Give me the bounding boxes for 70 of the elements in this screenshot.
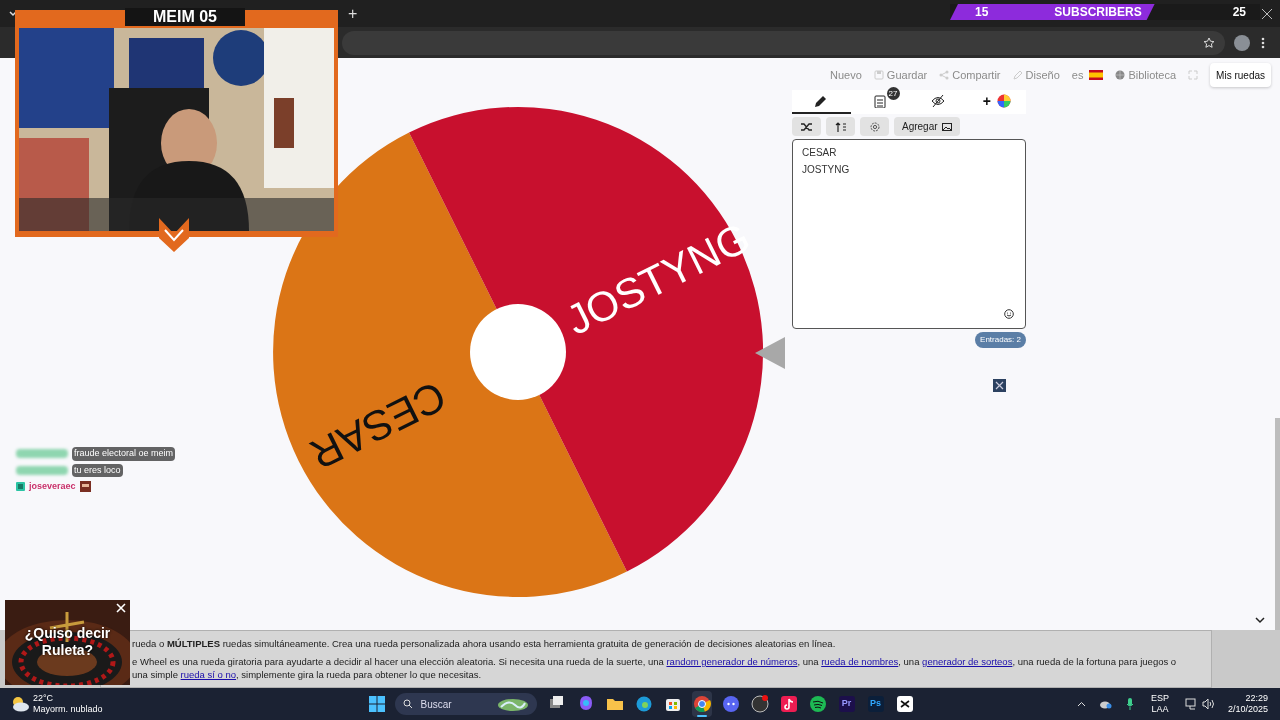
subscriber-count: 15 (975, 4, 989, 21)
add-image-button[interactable]: Agregar (894, 117, 960, 136)
subscriber-goal: 25 (1232, 4, 1246, 21)
taskbar-app[interactable] (691, 691, 712, 717)
bookmark-star-icon[interactable] (1203, 36, 1215, 49)
editor-tab[interactable]: + (967, 90, 1026, 114)
microphone-icon[interactable] (1125, 698, 1134, 710)
network-icon[interactable] (1184, 698, 1198, 710)
image-icon (941, 122, 952, 131)
volume-icon[interactable] (1201, 698, 1214, 710)
sort-icon (834, 121, 847, 132)
language-text[interactable]: ESP (1150, 693, 1169, 704)
globe-icon (1115, 70, 1126, 80)
pointer-icon (755, 337, 785, 369)
clipboard-icon (872, 94, 887, 108)
gamepad-face-icon (721, 695, 740, 713)
start-icon[interactable] (368, 696, 385, 712)
spotify-icon (808, 695, 827, 713)
pencil-icon (1012, 70, 1023, 80)
scrollbar-thumb[interactable] (1275, 418, 1280, 630)
color-wheel-icon (996, 94, 1011, 108)
spain-flag-icon (1089, 70, 1104, 80)
share-icon (939, 70, 950, 80)
tab-search-icon[interactable] (8, 8, 18, 19)
settings-button[interactable] (860, 117, 889, 136)
wheel-hub[interactable] (470, 304, 566, 400)
shuffle-icon (800, 121, 813, 132)
emote-icon (79, 481, 91, 493)
search-icon (402, 699, 413, 709)
close-icon[interactable] (1262, 8, 1272, 19)
chrome-icon (692, 695, 711, 713)
clock-time[interactable]: 22:29 (1245, 693, 1268, 704)
new-tab-button[interactable]: + (348, 5, 358, 22)
clock-date[interactable]: 2/10/2025 (1227, 704, 1268, 715)
chat-message: tu eres loco (72, 463, 123, 477)
entries-count-badge: Entradas: 2 (975, 332, 1026, 348)
capcut-icon (895, 695, 914, 713)
temperature-text: 22°C (33, 693, 55, 704)
landscape-icon (496, 697, 529, 711)
my-wheels-button[interactable]: Mis ruedas (1210, 63, 1271, 87)
music-note-icon (779, 695, 798, 713)
editor-tab[interactable]: 27 (850, 90, 909, 114)
pencil-icon (814, 94, 829, 108)
keyboard-layout-text[interactable]: LAA (1151, 704, 1169, 715)
taskbar-app[interactable]: Pr (836, 691, 857, 717)
shuffle-button[interactable] (792, 117, 821, 136)
menu-icon[interactable] (1261, 36, 1265, 49)
count-badge: 27 (886, 87, 900, 100)
weather-cloud-icon[interactable] (10, 696, 30, 712)
collapse-chevron-icon[interactable] (1255, 616, 1265, 624)
chat-username: joseveraec (29, 480, 76, 493)
edge-icon (634, 695, 653, 713)
chevron-up-icon[interactable] (1076, 701, 1086, 707)
subscriber-label: SUBSCRIBERS (1054, 4, 1142, 21)
weather-text: Mayorm. nublado (33, 704, 103, 715)
badge-icon (16, 482, 25, 492)
record-icon (750, 695, 769, 713)
chat-message: fraude electoral oe meim (72, 447, 176, 461)
save-icon (873, 70, 884, 80)
search-field[interactable]: Buscar (394, 693, 537, 715)
entries-field[interactable]: CESAR JOSTYNG (792, 139, 1026, 329)
taskbar-app[interactable]: Ps (865, 691, 886, 717)
gear-icon (868, 120, 881, 133)
eye-slash-icon (931, 94, 946, 108)
close-icon[interactable] (993, 379, 1006, 392)
cloud-icon[interactable] (1099, 699, 1112, 709)
profile-avatar[interactable] (1234, 34, 1250, 51)
sort-button[interactable] (826, 117, 855, 136)
emoji-icon[interactable] (1004, 309, 1014, 319)
stream-title: MEIM 05 (153, 9, 217, 25)
